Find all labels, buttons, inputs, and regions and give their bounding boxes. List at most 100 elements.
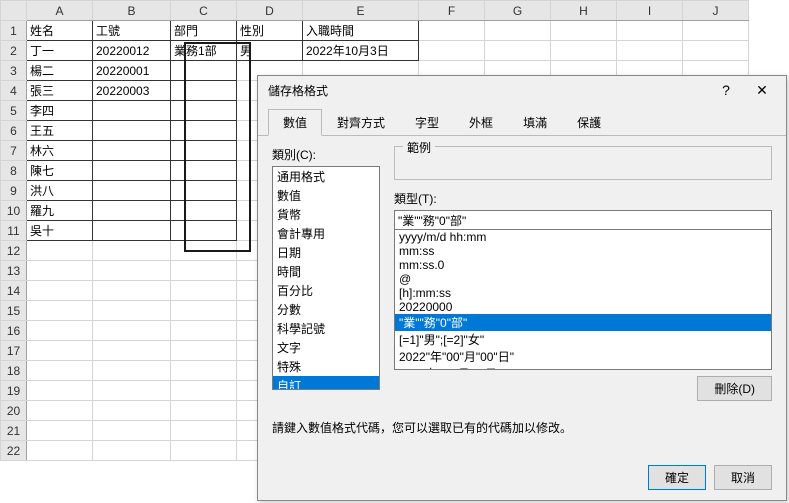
col-header-D[interactable]: D: [237, 1, 303, 21]
cell-B5[interactable]: [93, 101, 171, 121]
close-button[interactable]: ✕: [744, 79, 780, 101]
row-header-2[interactable]: 2: [1, 41, 27, 61]
cell-E1[interactable]: 入職時間: [303, 21, 419, 41]
type-input[interactable]: [394, 210, 772, 230]
category-item[interactable]: 科學記號: [273, 319, 379, 338]
category-item[interactable]: 分數: [273, 300, 379, 319]
ok-button[interactable]: 確定: [648, 465, 706, 490]
cell-C17[interactable]: [171, 341, 237, 361]
cell-C6[interactable]: [171, 121, 237, 141]
cell-A19[interactable]: [27, 381, 93, 401]
cell-A18[interactable]: [27, 361, 93, 381]
col-header-A[interactable]: A: [27, 1, 93, 21]
cell-A10[interactable]: 羅九: [27, 201, 93, 221]
select-all-corner[interactable]: [1, 1, 27, 21]
cell-I2[interactable]: [617, 41, 683, 61]
cell-C12[interactable]: [171, 241, 237, 261]
row-header-16[interactable]: 16: [1, 321, 27, 341]
cell-J2[interactable]: [683, 41, 749, 61]
category-item[interactable]: 日期: [273, 243, 379, 262]
category-item[interactable]: 百分比: [273, 281, 379, 300]
category-listbox[interactable]: 通用格式數值貨幣會計專用日期時間百分比分數科學記號文字特殊自訂: [272, 166, 380, 390]
tab-2[interactable]: 字型: [400, 109, 454, 136]
cell-B8[interactable]: [93, 161, 171, 181]
dialog-titlebar[interactable]: 儲存格格式 ? ✕: [258, 76, 786, 104]
cell-C7[interactable]: [171, 141, 237, 161]
cell-A20[interactable]: [27, 401, 93, 421]
row-header-22[interactable]: 22: [1, 441, 27, 461]
category-item[interactable]: 時間: [273, 262, 379, 281]
cell-E2[interactable]: 2022年10月3日: [303, 41, 419, 61]
col-header-C[interactable]: C: [171, 1, 237, 21]
cell-C18[interactable]: [171, 361, 237, 381]
cell-B3[interactable]: 20220001: [93, 61, 171, 81]
cell-J1[interactable]: [683, 21, 749, 41]
cell-B20[interactable]: [93, 401, 171, 421]
cell-B18[interactable]: [93, 361, 171, 381]
cell-C20[interactable]: [171, 401, 237, 421]
col-header-F[interactable]: F: [419, 1, 485, 21]
tab-3[interactable]: 外框: [454, 109, 508, 136]
cell-A3[interactable]: 楊二: [27, 61, 93, 81]
col-header-H[interactable]: H: [551, 1, 617, 21]
cell-A9[interactable]: 洪八: [27, 181, 93, 201]
cell-A8[interactable]: 陳七: [27, 161, 93, 181]
cell-B7[interactable]: [93, 141, 171, 161]
cell-B22[interactable]: [93, 441, 171, 461]
help-button[interactable]: ?: [708, 79, 744, 101]
cell-G1[interactable]: [485, 21, 551, 41]
category-item[interactable]: 數值: [273, 186, 379, 205]
col-header-J[interactable]: J: [683, 1, 749, 21]
row-header-19[interactable]: 19: [1, 381, 27, 401]
type-item[interactable]: [=1]"男";[=2]"女": [395, 331, 771, 348]
cell-C4[interactable]: [171, 81, 237, 101]
tab-0[interactable]: 數值: [268, 109, 322, 136]
cell-B16[interactable]: [93, 321, 171, 341]
cell-A22[interactable]: [27, 441, 93, 461]
cell-C21[interactable]: [171, 421, 237, 441]
row-header-1[interactable]: 1: [1, 21, 27, 41]
cell-C8[interactable]: [171, 161, 237, 181]
cell-C11[interactable]: [171, 221, 237, 241]
row-header-21[interactable]: 21: [1, 421, 27, 441]
cell-B13[interactable]: [93, 261, 171, 281]
cell-A13[interactable]: [27, 261, 93, 281]
cancel-button[interactable]: 取消: [714, 465, 772, 490]
cell-C14[interactable]: [171, 281, 237, 301]
cell-B12[interactable]: [93, 241, 171, 261]
row-header-12[interactable]: 12: [1, 241, 27, 261]
type-item[interactable]: 2022"年"00"月"00"日": [395, 348, 771, 365]
row-header-14[interactable]: 14: [1, 281, 27, 301]
row-header-11[interactable]: 11: [1, 221, 27, 241]
row-header-6[interactable]: 6: [1, 121, 27, 141]
cell-F1[interactable]: [419, 21, 485, 41]
col-header-G[interactable]: G: [485, 1, 551, 21]
cell-C9[interactable]: [171, 181, 237, 201]
cell-A16[interactable]: [27, 321, 93, 341]
col-header-I[interactable]: I: [617, 1, 683, 21]
cell-A1[interactable]: 姓名: [27, 21, 93, 41]
tab-5[interactable]: 保護: [562, 109, 616, 136]
cell-A4[interactable]: 張三: [27, 81, 93, 101]
cell-C13[interactable]: [171, 261, 237, 281]
category-item[interactable]: 貨幣: [273, 205, 379, 224]
category-item[interactable]: 通用格式: [273, 167, 379, 186]
cell-A14[interactable]: [27, 281, 93, 301]
cell-C10[interactable]: [171, 201, 237, 221]
category-item[interactable]: 文字: [273, 338, 379, 357]
cell-B9[interactable]: [93, 181, 171, 201]
cell-C2[interactable]: 業務1部: [171, 41, 237, 61]
cell-C22[interactable]: [171, 441, 237, 461]
col-header-E[interactable]: E: [303, 1, 419, 21]
cell-A17[interactable]: [27, 341, 93, 361]
category-item[interactable]: 會計專用: [273, 224, 379, 243]
tab-1[interactable]: 對齊方式: [322, 109, 400, 136]
type-item[interactable]: [h]:mm:ss: [395, 286, 771, 300]
cell-H2[interactable]: [551, 41, 617, 61]
cell-C15[interactable]: [171, 301, 237, 321]
type-item[interactable]: 20220000: [395, 300, 771, 314]
row-header-20[interactable]: 20: [1, 401, 27, 421]
cell-D1[interactable]: 性別: [237, 21, 303, 41]
type-item[interactable]: mm:ss.0: [395, 258, 771, 272]
row-header-18[interactable]: 18: [1, 361, 27, 381]
